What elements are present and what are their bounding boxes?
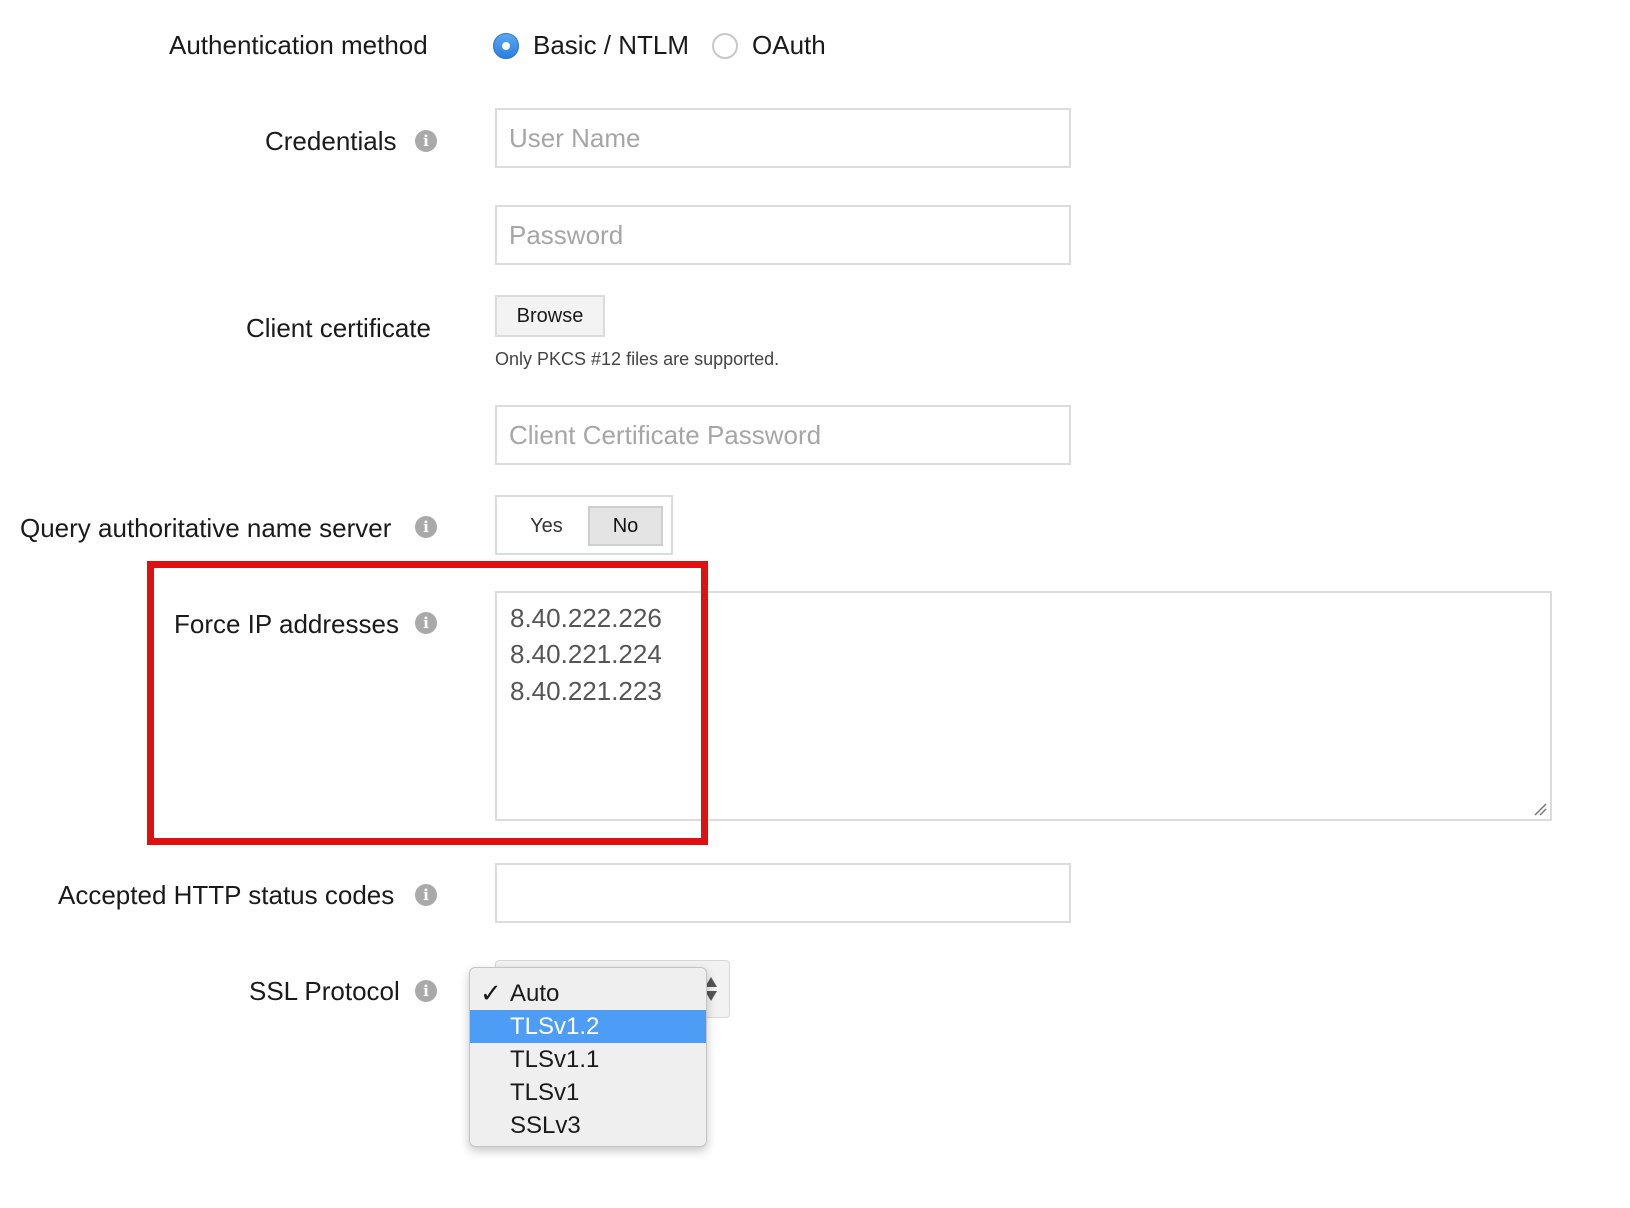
radio-basic-ntlm-label[interactable]: Basic / NTLM	[533, 30, 689, 61]
ssl-option-label: TLSv1	[510, 1079, 580, 1106]
info-icon[interactable]: i	[415, 980, 437, 1002]
info-icon[interactable]: i	[415, 130, 437, 152]
browse-button[interactable]: Browse	[495, 295, 605, 337]
resize-handle-icon[interactable]	[1533, 802, 1547, 816]
toggle-no-option[interactable]: No	[588, 506, 663, 546]
ssl-option-label: TLSv1.1	[510, 1046, 600, 1073]
monitor-settings-form: Authentication method Basic / NTLM OAuth…	[0, 0, 1630, 1208]
ssl-option-label: SSLv3	[510, 1112, 581, 1139]
ssl-protocol-label: SSL Protocol	[249, 976, 400, 1006]
query-name-server-toggle: Yes No	[495, 495, 673, 555]
ssl-option-sslv3[interactable]: SSLv3	[470, 1109, 706, 1142]
checkmark-icon: ✓	[480, 978, 502, 1008]
ssl-option-tlsv1-2[interactable]: TLSv1.2	[470, 1010, 706, 1043]
query-name-server-label: Query authoritative name server	[20, 513, 392, 543]
credentials-label: Credentials	[265, 126, 397, 156]
radio-oauth[interactable]	[712, 33, 738, 59]
ssl-option-label: TLSv1.2	[510, 1013, 600, 1040]
ssl-option-auto[interactable]: ✓ Auto	[470, 977, 706, 1010]
radio-basic-ntlm[interactable]	[493, 33, 519, 59]
ssl-option-tlsv1-1[interactable]: TLSv1.1	[470, 1043, 706, 1076]
http-status-codes-label: Accepted HTTP status codes	[58, 880, 395, 910]
radio-oauth-label[interactable]: OAuth	[752, 30, 826, 61]
auth-method-label: Authentication method	[169, 30, 428, 60]
info-icon[interactable]: i	[415, 884, 437, 906]
http-status-codes-input[interactable]	[495, 863, 1071, 923]
info-icon[interactable]: i	[415, 516, 437, 538]
ssl-option-tlsv1[interactable]: TLSv1	[470, 1076, 706, 1109]
client-certificate-hint: Only PKCS #12 files are supported.	[495, 349, 780, 369]
client-certificate-label: Client certificate	[246, 313, 431, 343]
ssl-option-label: Auto	[510, 980, 560, 1007]
toggle-yes-option[interactable]: Yes	[509, 506, 584, 546]
ssl-protocol-dropdown: ✓ Auto TLSv1.2 TLSv1.1 TLSv1 SSLv3	[469, 967, 707, 1147]
client-certificate-password-input[interactable]	[495, 405, 1071, 465]
username-input[interactable]	[495, 108, 1071, 168]
highlight-box	[147, 561, 708, 845]
password-input[interactable]	[495, 205, 1071, 265]
